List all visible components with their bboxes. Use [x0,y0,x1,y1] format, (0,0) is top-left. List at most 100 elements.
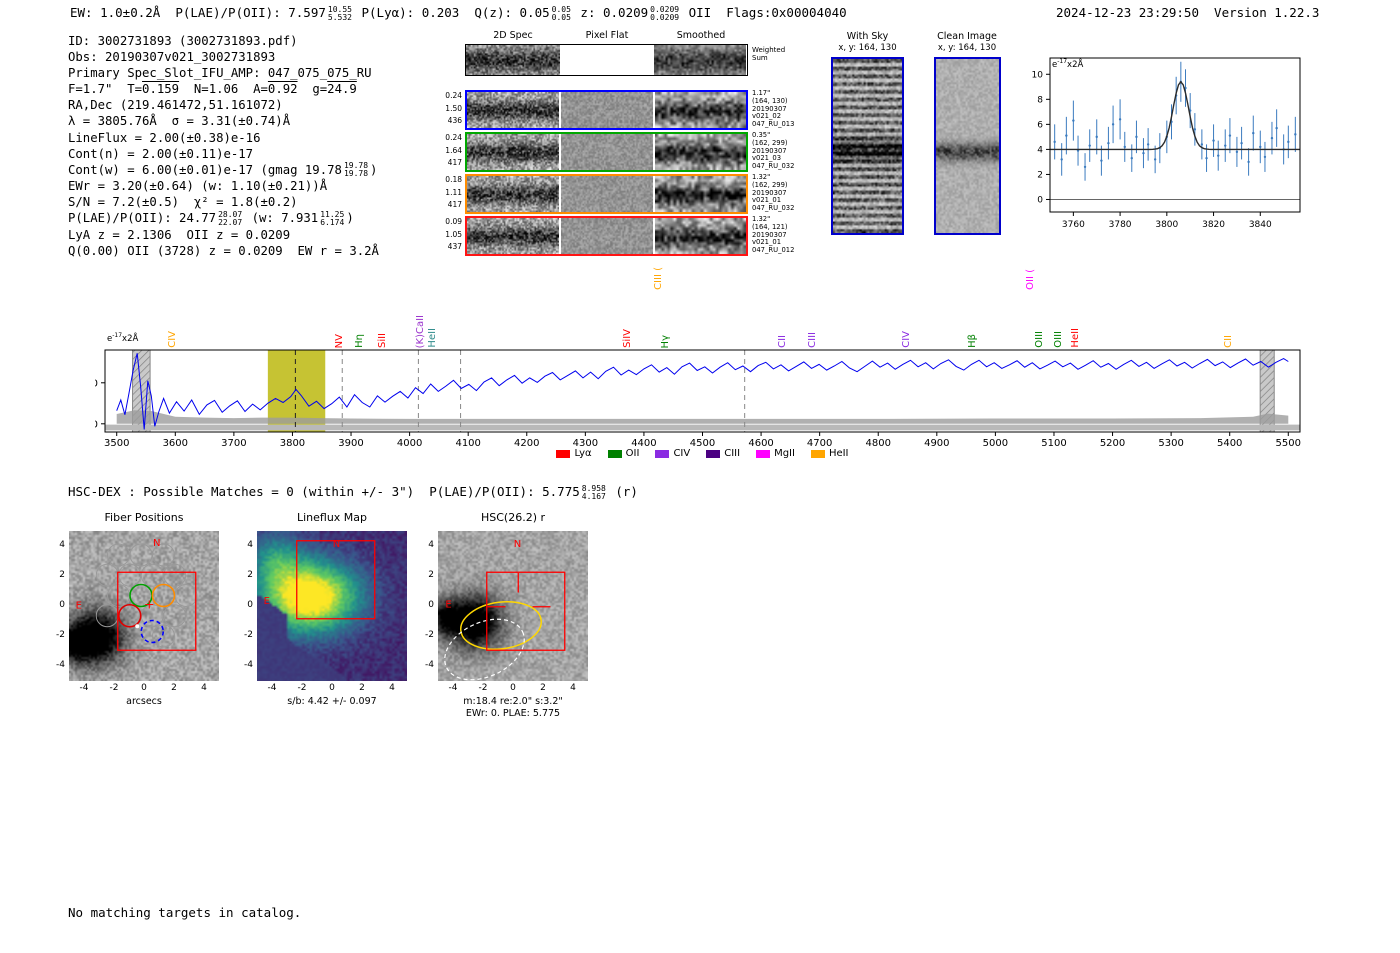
text-segment: Cont(w) = 6.00(±0.01)e-17 (gmag 19.78 [68,162,342,177]
y-tick-label: 4 [428,540,434,550]
info-line: Obs: 20190307v021_3002731893 [68,49,379,65]
legend-swatch [556,449,571,458]
y-tick-label: -4 [425,660,434,670]
with-sky-title: With Sky [846,31,889,42]
text-segment: P(LAE)/P(OII): 24.77 [68,211,217,226]
text-segment: (r) [607,484,638,499]
line-fit-zoom-chart: 3760 3780 3800 3820 3840 0 2 4 6 8 10 [1032,57,1301,230]
y-tick-label: 4 [247,540,253,550]
fiber-circle [140,563,164,587]
fiber-circle [129,543,153,567]
cutout-title: Lineflux Map [296,511,368,524]
info-line: Q(0.00) OII (3728) z = 0.0209 EW r = 3.2… [68,243,379,259]
spec2d-row [465,90,748,130]
x-tick-label: 4 [201,683,207,693]
y-tick-label: 0 [59,600,65,610]
overlined-value: 0.159 [142,82,180,97]
error-range: 28.07 22.07 [218,210,243,227]
text-segment: EW: 1.0±0.2Å P(LAE)/P(OII): 7.597 [70,5,326,20]
fiber-circle [118,563,142,587]
text-segment: λ = 3805.76Å σ = 3.31(±0.74)Å [68,114,291,129]
text-segment: z: 0.0209 [572,5,649,20]
legend-label: CIII [724,448,741,459]
legend-swatch [706,449,721,458]
spec2d-row [465,174,748,214]
y-tick-label: -2 [425,630,434,640]
info-line: LineFlux = 2.00(±0.38)e-16 [68,130,379,146]
legend-label: HeII [828,448,849,459]
y-tick-label: 10 [1032,70,1044,80]
info-line: S/N = 7.2(±0.5) χ² = 1.8(±0.2) [68,194,379,210]
fiber-circle-orange [151,583,176,608]
text-segment: ) [346,211,354,226]
text-segment: LyA z = 2.1306 OII z = 0.0209 [68,227,291,242]
info-line: ID: 3002731893 (3002731893.pdf) [68,33,379,49]
detection-info-block: ID: 3002731893 (3002731893.pdf) Obs: 2019… [68,33,379,259]
info-line: RA,Dec (219.461472,51.161072) [68,97,379,113]
text-segment: P(Lyα): 0.203 Q(z): 0.05 [353,5,550,20]
spec2d-col-header: 2D Spec [493,30,533,41]
y-tick-label: 2 [59,570,65,580]
east-label: E [264,596,270,607]
overlined-value: 0.92 [267,82,298,97]
error-low: 22.07 [218,217,243,227]
with-sky-image [833,59,902,233]
legend-item: CIII [706,448,740,459]
x-tick-label: -4 [448,683,458,693]
legend-label: OII [625,448,640,459]
footer-line-1: No matching targets in catalog. [68,905,302,920]
info-line: Cont(w) = 6.00(±0.01)e-17 (gmag 19.78 19.… [68,162,379,179]
fiber-circle [107,584,130,607]
y-tick-label: 0 [1037,195,1043,205]
error-range: 10.55 5.532 [328,5,352,22]
legend-label: MgII [774,448,795,459]
error-range: 8.958 4.167 [582,484,606,501]
north-label: N [153,538,160,549]
elixer-report-page: EW: 1.0±0.2Å P(LAE)/P(OII): 7.597 10.55 5.… [0,0,1400,953]
clean-image [936,59,999,233]
fiber-circle [163,563,187,587]
cutout-xlabel2: EWr: 0. PLAE: 5.775 [465,708,561,719]
error-range: 19.78 19.78 [344,162,368,178]
text-segment: N=1.06 A= [179,82,268,97]
x-tick-label: 2 [171,683,177,693]
y-tick-label: -4 [244,660,253,670]
y-tick-label: 0 [95,419,98,430]
x-tick-label: 3840 [1249,220,1272,230]
cutout-xlabel: m:18.4 re:2.0" s:3.2" [463,696,563,707]
info-line: LyA z = 2.1306 OII z = 0.0209 [68,227,379,243]
spectrum-flux-units: e-17x2Å [107,332,139,344]
clean-image-title: Clean Image [937,31,997,42]
fiber-circle-red [117,603,142,628]
x-tick-label: 3760 [1062,220,1085,230]
text-segment: S/N = 7.2(±0.5) χ² = 1.8(±0.2) [68,195,298,210]
x-tick-label: 3780 [1109,220,1132,230]
legend-item: OII [607,448,640,459]
spec2d-col-header: Smoothed [676,30,726,41]
y-tick-label: 2 [1037,170,1043,180]
x-tick-label: 3800 [1155,220,1178,230]
info-line: λ = 3805.76Å σ = 3.31(±0.74)Å [68,113,379,129]
legend-label: CIV [673,448,691,459]
cutout-xlabel: arcsecs [126,696,162,707]
with-sky-image-panel [831,57,904,235]
spec2d-panel: 2D Spec Pixel Flat Smoothed Weighted Sum 0.24… [445,30,825,265]
y-tick-label: 10 [95,378,98,389]
spec2d-row-weights: 0.24 1.50 436 [445,91,462,125]
legend-swatch [810,449,825,458]
x-tick-label: -4 [79,683,89,693]
gaussian-fit-curve [1050,80,1300,151]
spec2d-row-meta: 0.35" (162, 299) 20190307 v021_03 047_RU_032 [752,131,795,171]
fiber-circle [174,584,198,607]
info-line: EWr = 3.20(±0.64) (w: 1.10(±0.21))Å [68,178,379,194]
spectrum-legend: Lyα OII CIV CIII MgII HeII [95,448,1310,459]
hsc-r-overlay: NE [444,539,566,681]
fiber-circle [107,543,130,567]
x-tick-label: 4 [570,683,576,693]
emission-line-label: OII ( [1024,269,1036,290]
centroid-dot [135,624,140,629]
cutout-title: Fiber Positions [104,511,184,524]
error-low: 0.05 [551,12,571,22]
north-label: N [514,539,521,550]
spec2d-row-weights: 0.18 1.11 417 [445,175,462,209]
